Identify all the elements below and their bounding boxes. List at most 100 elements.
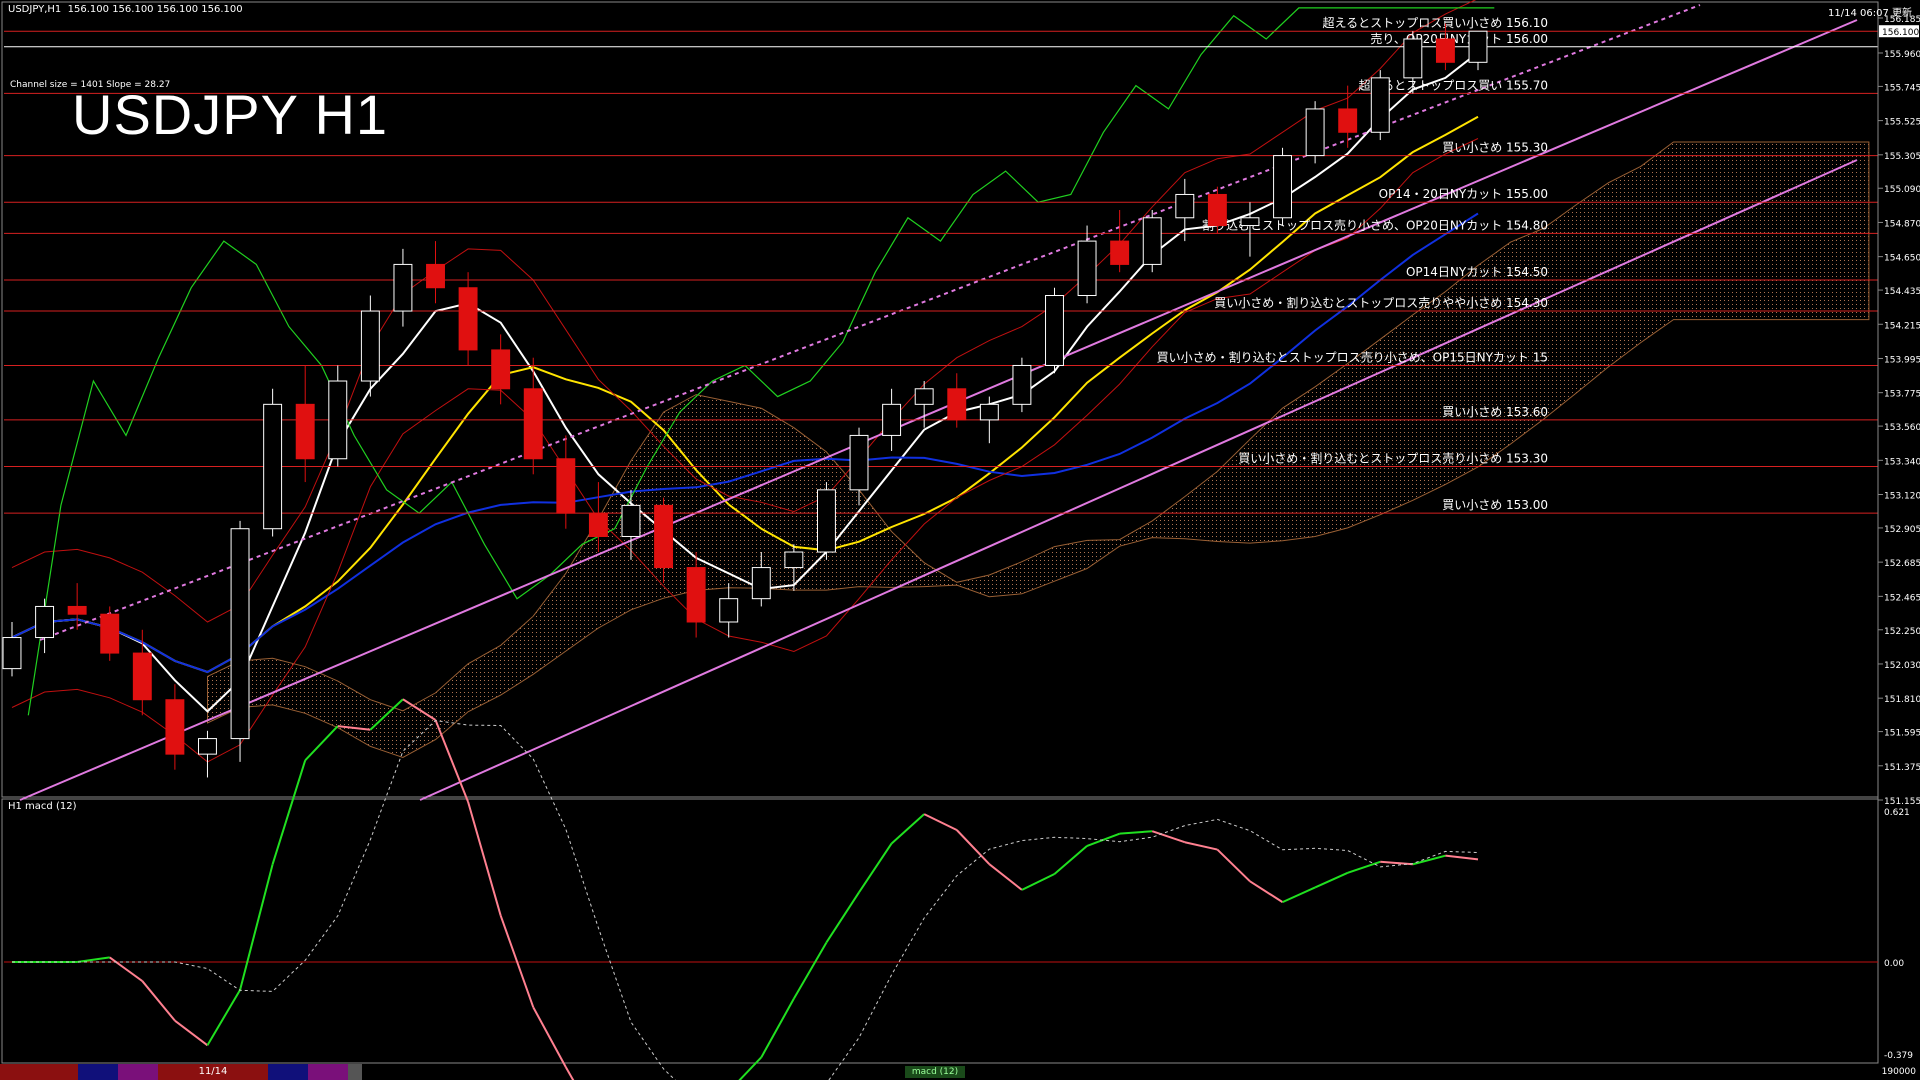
- macd-tab[interactable]: macd (12): [905, 1066, 965, 1078]
- y-tick-label: 155.960: [1884, 50, 1920, 60]
- macd-segment: [1314, 871, 1349, 889]
- candle-body: [686, 567, 706, 623]
- candle-body: [1305, 108, 1325, 157]
- candle-body: [295, 403, 315, 460]
- tab-blue-2[interactable]: [268, 1064, 308, 1080]
- candle-body: [1468, 30, 1488, 63]
- candle-body: [1207, 193, 1227, 227]
- candle-body: [1142, 217, 1162, 265]
- last-price-label: 156.100: [1882, 28, 1919, 38]
- macd-segment: [1249, 880, 1284, 903]
- macd-pane: 0.621 0.00 -0.379: [4, 698, 1913, 1080]
- tab-purple[interactable]: [118, 1064, 158, 1080]
- ohlc-values: 156.100 156.100 156.100 156.100: [67, 4, 243, 15]
- y-tick-label: 152.030: [1884, 661, 1920, 671]
- level-label-7: 買い小さめ・割り込むとストップロス売りやや小さめ 154.30: [1214, 295, 1548, 310]
- macd-segment: [1412, 854, 1446, 866]
- tab-blue[interactable]: [78, 1064, 118, 1080]
- macd-segment: [858, 842, 893, 893]
- macd-segment: [923, 813, 958, 831]
- level-label-3: 買い小さめ 155.30: [1442, 141, 1548, 155]
- y-tick-label: 153.775: [1884, 390, 1920, 400]
- y-tick-label: 151.155: [1884, 797, 1920, 807]
- y-tick-label: 152.685: [1884, 559, 1920, 569]
- bottom-right-label: 190000: [1881, 1067, 1916, 1077]
- ichimoku-cloud: [207, 141, 1870, 759]
- macd-segment: [1380, 860, 1413, 866]
- macd-segment: [1086, 832, 1120, 847]
- macd-segment: [793, 941, 828, 1000]
- macd-scale-label: -0.379: [1884, 1051, 1913, 1061]
- macd-segment: [825, 891, 860, 943]
- y-tick-label: 153.560: [1884, 423, 1920, 433]
- macd-segment: [1053, 845, 1088, 875]
- price-axis: 156.185155.960155.745155.525155.305155.0…: [1877, 2, 1920, 1063]
- level-label-10: 買い小さめ・割り込むとストップロス売り小さめ 153.30: [1238, 451, 1548, 466]
- candle-body: [360, 310, 380, 382]
- tab-gray[interactable]: [348, 1064, 362, 1080]
- y-tick-label: 153.120: [1884, 492, 1920, 502]
- candle-body: [556, 458, 576, 514]
- macd-segment: [1347, 860, 1381, 874]
- bottom-bar: 11/14 macd (12) 190000: [0, 1064, 1920, 1080]
- macd-segment: [467, 801, 502, 916]
- y-tick-label: 154.650: [1884, 254, 1920, 264]
- macd-signal-line: [12, 719, 1479, 1080]
- candle-body: [1435, 38, 1455, 63]
- cloud-area: [207, 141, 1870, 759]
- update-clock: 11/14 06:07 更新: [1828, 8, 1912, 19]
- y-tick-label: 154.870: [1884, 219, 1920, 229]
- candle-body: [1012, 364, 1032, 405]
- level-label-0: 超えるとストップロス買い小さめ 156.10: [1323, 15, 1548, 30]
- candle-body: [882, 403, 902, 436]
- macd-segment: [77, 956, 110, 963]
- macd-segment: [109, 956, 143, 982]
- candle-body: [491, 349, 511, 390]
- date-tab[interactable]: 11/14: [158, 1064, 268, 1080]
- macd-segment: [760, 998, 795, 1058]
- candle-body: [328, 380, 348, 460]
- macd-pane-border: [1, 798, 1879, 1064]
- level-label-1: 売り、OP20日NYカット 156.00: [1370, 31, 1548, 46]
- candle-body: [979, 403, 999, 421]
- macd-segment: [434, 719, 470, 803]
- y-tick-label: 151.595: [1884, 729, 1920, 739]
- candle-body: [621, 504, 641, 537]
- tab-purple-2[interactable]: [308, 1064, 348, 1080]
- chart-canvas: 超えるとストップロス買い小さめ 156.10売り、OP20日NYカット 156.…: [1, 0, 1920, 1080]
- macd-segment: [141, 980, 176, 1022]
- candle-body: [35, 605, 55, 639]
- macd-segment: [499, 915, 535, 1008]
- candle-body: [1338, 108, 1358, 133]
- macd-segment: [1184, 841, 1218, 851]
- candle-body: [1403, 38, 1423, 79]
- candle-body: [67, 605, 87, 615]
- candle-body: [1077, 240, 1097, 297]
- macd-segment: [988, 863, 1023, 891]
- macd-segment: [174, 1019, 209, 1047]
- symbol-label: USDJPY,H1 156.100 156.100 156.100 156.10…: [8, 4, 243, 15]
- candle-body: [132, 652, 152, 701]
- candle-body: [230, 528, 250, 740]
- candle-body: [947, 388, 967, 421]
- candle-body: [393, 263, 413, 312]
- y-tick-label: 155.745: [1884, 83, 1920, 93]
- tab-red[interactable]: [0, 1064, 78, 1080]
- level-label-4: OP14・20日NYカット 155.00: [1379, 187, 1548, 201]
- level-label-8: 買い小さめ・割り込むとストップロス売り小さめ、OP15日NYカット 15: [1157, 349, 1548, 364]
- y-tick-label: 151.810: [1884, 695, 1920, 705]
- price-grid: [1, 1, 1879, 1064]
- macd-segment: [1119, 830, 1153, 835]
- candle-body: [198, 738, 217, 755]
- macd-segment: [1282, 886, 1316, 904]
- macd-segment: [1151, 830, 1186, 844]
- candle-body: [849, 434, 869, 491]
- candle-body: [100, 613, 120, 654]
- macd-segment: [532, 1006, 567, 1068]
- level-label-9: 買い小さめ 153.60: [1442, 405, 1548, 419]
- y-tick-label: 152.250: [1884, 627, 1920, 637]
- y-tick-label: 153.995: [1884, 355, 1920, 365]
- y-tick-label: 153.340: [1884, 457, 1920, 467]
- macd-segment: [956, 829, 991, 865]
- macd-segment: [304, 725, 339, 762]
